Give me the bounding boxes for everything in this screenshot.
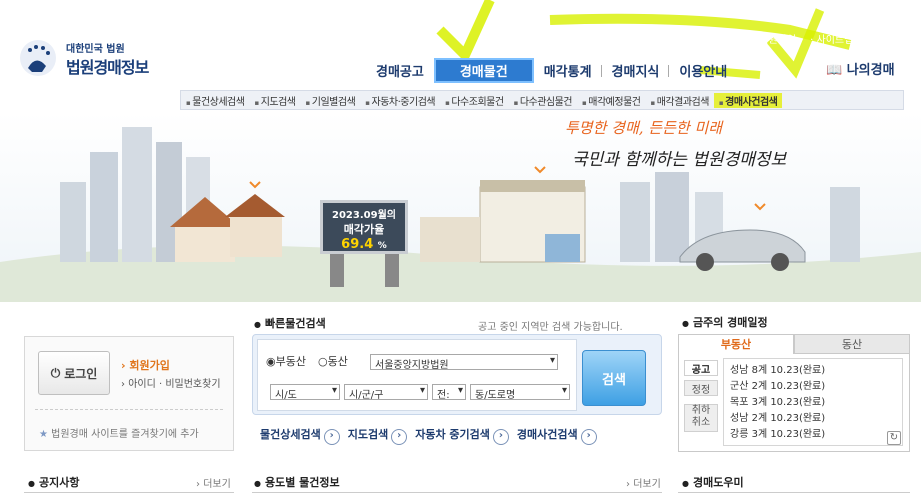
side-tab-correction[interactable]: 정정 [684, 380, 718, 396]
court-select[interactable]: 서울중앙지방법원 [370, 354, 558, 371]
divider [24, 492, 234, 493]
usage-title: 용도별 물건정보 [254, 474, 340, 490]
divider [35, 409, 223, 410]
link-vehicle-search[interactable]: 자동차 중기검색 [415, 426, 509, 445]
billboard-value: 69.4 % [341, 237, 387, 252]
logo-title: 법원경매정보 [66, 58, 149, 77]
subnav-most-viewed[interactable]: 다수조회물건 [440, 93, 508, 108]
subnav-most-interest[interactable]: 다수관심물건 [509, 93, 577, 108]
schedule-body: 공고 정정 취하 취소 성남 8계 10.23(완료) 군산 2계 10.23(… [678, 354, 910, 452]
list-item[interactable]: 성남 2계 10.23(완료) [730, 411, 896, 427]
notice-more-link[interactable]: › 더보기 [196, 475, 231, 490]
sigungu-select[interactable]: 시/군/구 [344, 384, 428, 401]
subnav-date-search[interactable]: 기일별검색 [301, 93, 361, 108]
tab-movable[interactable]: 동산 [794, 334, 910, 354]
side-tab-notice[interactable]: 공고 [684, 360, 718, 376]
subnav-scheduled-sale[interactable]: 매각예정물건 [577, 93, 645, 108]
join-link[interactable]: › 회원가입 [121, 357, 170, 373]
signup-link[interactable]: · 회원가입 [753, 31, 796, 47]
site-logo[interactable]: 대한민국 법원 법원경매정보 [18, 34, 178, 84]
subnav-vehicle-search[interactable]: 자동차·중기검색 [360, 93, 440, 108]
help-title: 경매도우미 [682, 474, 744, 490]
divider [678, 492, 910, 493]
nav-usage-guide[interactable]: 이용안내 [668, 61, 737, 80]
list-item[interactable]: 군산 2계 10.23(완료) [730, 379, 896, 395]
link-case-search[interactable]: 경매사건검색 [517, 426, 597, 445]
court-logo-icon [20, 40, 56, 76]
jeon-select[interactable]: 전: [432, 384, 466, 401]
search-button[interactable]: 검색 [582, 350, 646, 406]
subnav-sale-results[interactable]: 매각결과검색 [645, 93, 713, 108]
login-button[interactable]: ⏻ 로그인 [38, 351, 110, 395]
login-panel: ⏻ 로그인 › 회원가입 › 아이디 · 비밀번호찾기 ★ 법원경매 사이트를 … [24, 336, 234, 451]
radio-movable[interactable]: ○동산 [318, 353, 348, 369]
refresh-icon[interactable]: ↻ [887, 431, 901, 445]
power-icon: ⏻ [50, 365, 61, 380]
slogan-primary: 투명한 경매, 든든한 미래 [565, 119, 723, 137]
add-favorite-link[interactable]: ★ 법원경매 사이트를 즐겨찾기에 추가 [39, 425, 199, 440]
quick-search-title: 빠른물건검색 [254, 315, 326, 331]
find-account-link[interactable]: › 아이디 · 비밀번호찾기 [121, 375, 221, 390]
billboard-label: 매각가율 [343, 223, 385, 236]
sitemap-link[interactable]: · 사이트맵 [810, 31, 853, 47]
hero-banner: 투명한 경매, 든든한 미래 국민과 함께하는 법원경매정보 2023.09월의… [0, 112, 921, 302]
sido-select[interactable]: 시/도 [270, 384, 340, 401]
book-icon: 📖 [826, 63, 843, 78]
link-detail-search[interactable]: 물건상세검색 [260, 426, 340, 445]
main-nav: 경매공고 경매물건 매각통계 경매지식 이용안내 [366, 57, 737, 83]
quick-search-note: 공고 중인 지역만 검색 가능합니다. [478, 322, 623, 333]
list-item[interactable]: 목포 3계 10.23(완료) [730, 395, 896, 411]
subnav-detail-search[interactable]: 물건상세검색 [181, 93, 249, 108]
list-item[interactable]: 성남 8계 10.23(완료) [730, 363, 896, 379]
schedule-title: 금주의 경매일정 [682, 314, 768, 330]
my-auction-link[interactable]: 📖 나의경매 [826, 59, 895, 78]
login-link[interactable]: · 로그인 [705, 31, 739, 47]
sale-rate-billboard[interactable]: 2023.09월의 매각가율 69.4 % [320, 200, 408, 254]
usage-more-link[interactable]: › 더보기 [626, 475, 661, 490]
logo-subtitle: 대한민국 법원 [66, 44, 125, 55]
quick-search-links: 물건상세검색 지도검색 자동차 중기검색 경매사건검색 [260, 426, 597, 445]
subnav-map-search[interactable]: 지도검색 [249, 93, 300, 108]
billboard-month: 2023.09월의 [332, 210, 396, 221]
list-item[interactable]: 강릉 3계 10.23(완료) [730, 427, 896, 443]
nav-auction-items[interactable]: 경매물건 [433, 57, 534, 83]
link-map-search[interactable]: 지도검색 [348, 426, 407, 445]
notice-title: 공지사항 [28, 474, 79, 490]
sub-nav: 물건상세검색 지도검색 기일별검색 자동차·중기검색 다수조회물건 다수관심물건… [180, 90, 904, 110]
utility-links: · 로그인 · 회원가입 · 사이트맵 [705, 31, 853, 47]
star-icon: ★ [39, 429, 48, 440]
slogan-secondary: 국민과 함께하는 법원경매정보 [572, 150, 787, 170]
quick-search-form: ◉부동산 ○동산 서울중앙지방법원 시/도 시/군/구 전: 동/도로명 [257, 339, 577, 411]
city-illustration [0, 112, 921, 302]
side-tab-withdraw[interactable]: 취하 취소 [684, 404, 718, 432]
nav-auction-knowledge[interactable]: 경매지식 [600, 61, 670, 80]
schedule-panel: 부동산 동산 공고 정정 취하 취소 성남 8계 10.23(완료) 군산 2계… [678, 334, 910, 452]
nav-auction-notice[interactable]: 경매공고 [366, 61, 434, 80]
nav-sale-stats[interactable]: 매각통계 [534, 61, 602, 80]
subnav-case-search[interactable]: 경매사건검색 [713, 92, 783, 108]
dong-select[interactable]: 동/도로명 [470, 384, 570, 401]
divider [252, 492, 662, 493]
radio-realty[interactable]: ◉부동산 [266, 353, 306, 369]
schedule-list: 성남 8계 10.23(완료) 군산 2계 10.23(완료) 목포 3계 10… [723, 358, 903, 446]
tab-realty[interactable]: 부동산 [678, 334, 794, 354]
